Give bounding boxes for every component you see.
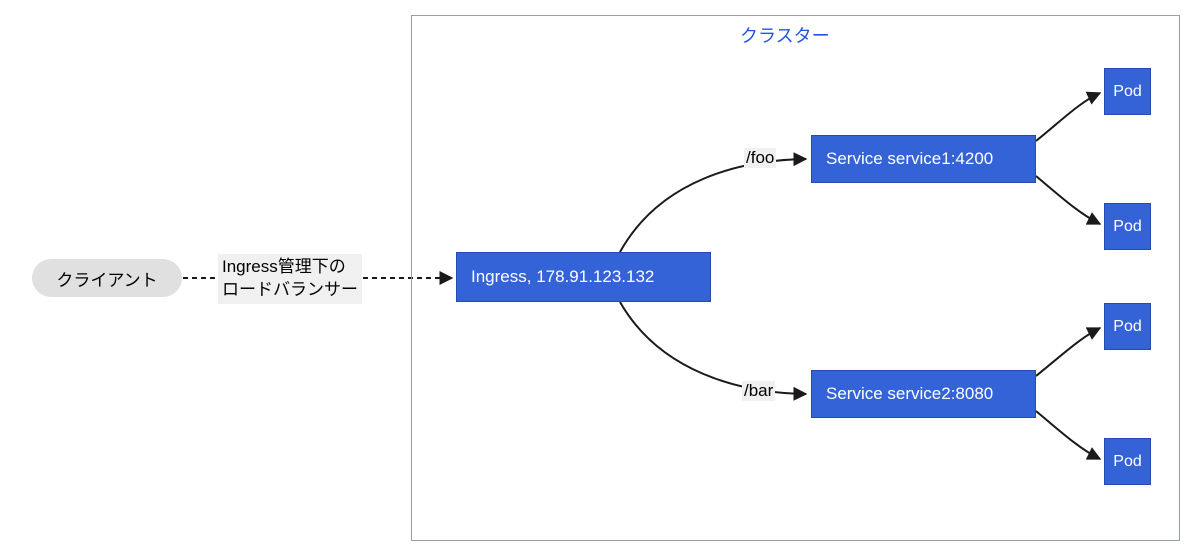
diagram-stage: クライアント Ingress管理下の ロードバランサー クラスター Ingres… xyxy=(0,0,1200,552)
client-node: クライアント xyxy=(32,259,182,297)
service2-node: Service service2:8080 xyxy=(811,370,1036,418)
ingress-node: Ingress, 178.91.123.132 xyxy=(456,252,711,302)
lb-label-line1: Ingress管理下の xyxy=(222,256,358,279)
lb-edge-label: Ingress管理下の ロードバランサー xyxy=(218,254,362,304)
pod-label: Pod xyxy=(1113,218,1141,236)
pod-label: Pod xyxy=(1113,83,1141,101)
cluster-title: クラスター xyxy=(740,22,830,48)
client-label: クライアント xyxy=(56,266,157,291)
service2-label: Service service2:8080 xyxy=(826,384,993,404)
lb-label-line2: ロードバランサー xyxy=(222,279,358,302)
pod-label: Pod xyxy=(1113,318,1141,336)
service1-node: Service service1:4200 xyxy=(811,135,1036,183)
pod-label: Pod xyxy=(1113,453,1141,471)
pod2-node: Pod xyxy=(1104,203,1151,250)
pod1-node: Pod xyxy=(1104,68,1151,115)
ingress-label: Ingress, 178.91.123.132 xyxy=(471,267,654,287)
pod3-node: Pod xyxy=(1104,303,1151,350)
route-bar-label: /bar xyxy=(742,381,775,401)
pod4-node: Pod xyxy=(1104,438,1151,485)
route-foo-label: /foo xyxy=(744,148,776,168)
service1-label: Service service1:4200 xyxy=(826,149,993,169)
